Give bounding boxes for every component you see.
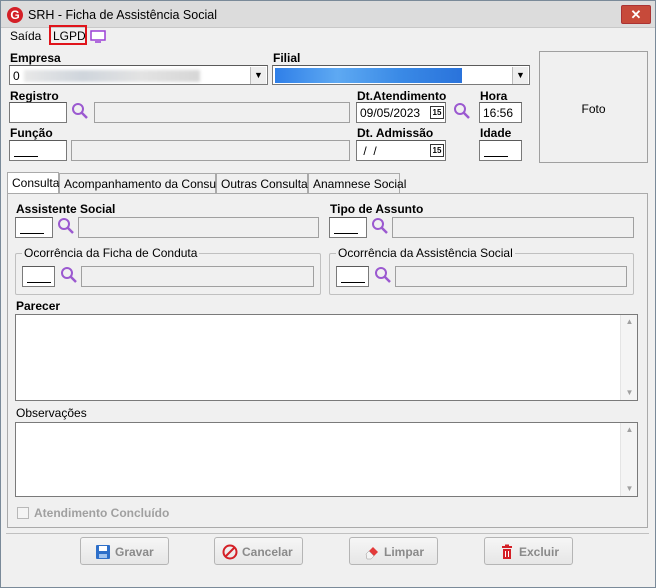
trash-icon <box>502 544 512 559</box>
search-icon[interactable] <box>60 266 78 284</box>
gravar-button[interactable]: Gravar <box>80 537 169 565</box>
ocorrencia-ficha-name-field <box>81 266 314 287</box>
observacoes-textarea[interactable]: ▲ ▼ <box>15 422 638 497</box>
parecer-scrollbar[interactable]: ▲ ▼ <box>620 315 637 400</box>
idade-label: Idade <box>480 126 512 140</box>
ocorrencia-assistencia-name-field <box>395 266 627 287</box>
foto-label: Foto <box>581 102 606 116</box>
hora-value: 16:56 <box>483 106 514 120</box>
search-icon[interactable] <box>453 102 471 120</box>
hora-input[interactable]: 16:56 <box>479 102 522 123</box>
cancelar-button[interactable]: Cancelar <box>214 537 303 565</box>
dt-admissao-label: Dt. Admissão <box>357 126 434 140</box>
app-logo-icon: G <box>7 7 23 23</box>
main-window: G SRH - Ficha de Assistência Social ✕ Sa… <box>0 0 656 588</box>
monitor-icon[interactable] <box>90 30 106 43</box>
dt-atendimento-label: Dt.Atendimento <box>357 89 447 103</box>
chevron-down-icon[interactable]: ▼ <box>512 67 528 84</box>
filial-label: Filial <box>273 51 301 65</box>
tab-consulta[interactable]: Consulta <box>7 172 59 194</box>
close-button[interactable]: ✕ <box>621 5 651 24</box>
funcao-label: Função <box>10 126 53 140</box>
tab-outras-consultas[interactable]: Outras Consultas <box>216 173 314 193</box>
observacoes-scrollbar[interactable]: ▲ ▼ <box>620 423 637 496</box>
idade-input[interactable] <box>479 140 522 161</box>
lgpd-highlight-box <box>49 25 87 45</box>
assistente-social-name-field <box>78 217 319 238</box>
calendar-icon[interactable]: 15 <box>430 106 444 119</box>
scroll-up-icon[interactable]: ▲ <box>621 423 638 437</box>
chevron-down-icon[interactable]: ▼ <box>250 67 266 84</box>
ocorrencia-ficha-label: Ocorrência da Ficha de Conduta <box>22 246 200 260</box>
limpar-label: Limpar <box>384 545 425 559</box>
assistente-social-input[interactable] <box>15 217 53 238</box>
search-icon[interactable] <box>374 266 392 284</box>
calendar-icon[interactable]: 15 <box>430 144 444 157</box>
filial-combo[interactable]: ▼ <box>272 65 530 85</box>
parecer-label: Parecer <box>16 299 61 313</box>
tipo-assunto-label: Tipo de Assunto <box>330 202 424 216</box>
tipo-assunto-input[interactable] <box>329 217 367 238</box>
empresa-label: Empresa <box>10 51 61 65</box>
window-title: SRH - Ficha de Assistência Social <box>28 8 217 22</box>
funcao-name-field <box>71 140 350 161</box>
ocorrencia-assistencia-label: Ocorrência da Assistência Social <box>336 246 515 260</box>
registro-name-field <box>94 102 350 123</box>
empresa-value: 0 <box>13 69 20 83</box>
cancel-icon <box>222 544 238 560</box>
filial-blurred-selection <box>275 68 462 83</box>
save-icon <box>96 545 110 559</box>
gravar-label: Gravar <box>115 545 154 559</box>
limpar-button[interactable]: Limpar <box>349 537 438 565</box>
photo-box[interactable]: Foto <box>539 51 648 163</box>
atendimento-concluido-checkbox[interactable] <box>17 507 29 519</box>
dt-atendimento-value: 09/05/2023 <box>360 106 421 120</box>
ocorrencia-assistencia-input[interactable] <box>336 266 369 287</box>
title-bar: G SRH - Ficha de Assistência Social ✕ <box>1 1 655 28</box>
empresa-combo[interactable]: 0 ▼ <box>9 65 268 85</box>
tab-anamnese-social[interactable]: Anamnese Social <box>308 173 406 193</box>
tab-acompanhamento[interactable]: Acompanhamento da Consulta <box>59 173 229 193</box>
parecer-textarea[interactable]: ▲ ▼ <box>15 314 638 401</box>
hora-label: Hora <box>480 89 508 103</box>
excluir-button[interactable]: Excluir <box>484 537 573 565</box>
search-icon[interactable] <box>371 217 389 235</box>
funcao-input[interactable] <box>9 140 67 161</box>
excluir-label: Excluir <box>519 545 560 559</box>
ocorrencia-ficha-input[interactable] <box>22 266 55 287</box>
eraser-icon <box>365 547 378 560</box>
empresa-blurred-name <box>24 70 200 82</box>
scroll-down-icon[interactable]: ▼ <box>621 482 638 496</box>
atendimento-concluido-label: Atendimento Concluído <box>34 506 170 520</box>
tipo-assunto-name-field <box>392 217 634 238</box>
cancelar-label: Cancelar <box>242 545 293 559</box>
dt-admissao-value: / / <box>360 144 377 158</box>
search-icon[interactable] <box>57 217 75 235</box>
assistente-social-label: Assistente Social <box>16 202 116 216</box>
registro-label: Registro <box>10 89 59 103</box>
scroll-up-icon[interactable]: ▲ <box>621 315 638 329</box>
observacoes-label: Observações <box>16 406 87 420</box>
menu-saida[interactable]: Saída <box>10 29 41 43</box>
search-icon[interactable] <box>71 102 89 120</box>
scroll-down-icon[interactable]: ▼ <box>621 386 638 400</box>
registro-input[interactable] <box>9 102 67 123</box>
